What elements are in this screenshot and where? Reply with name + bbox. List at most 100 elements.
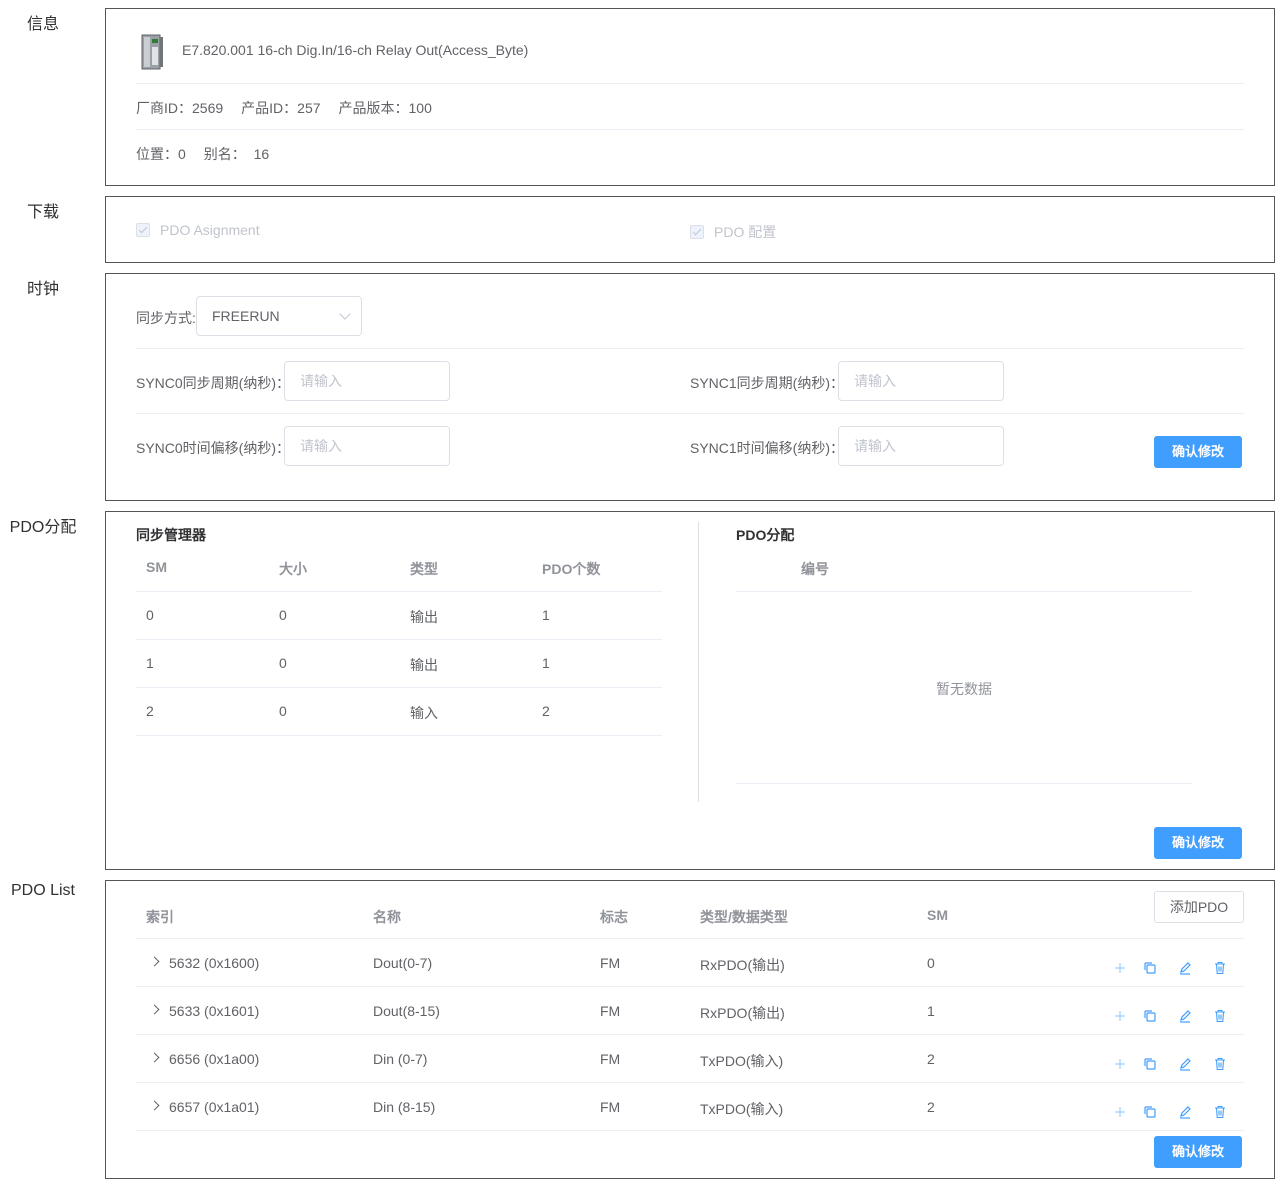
cell-name: Din (8-15) bbox=[373, 1099, 436, 1115]
sm-col-pdo-count: PDO个数 bbox=[542, 561, 601, 577]
col-index: 索引 bbox=[146, 909, 174, 925]
cell-sm: 2 bbox=[146, 703, 154, 719]
cell-index: 5633 (0x1601) bbox=[169, 1003, 260, 1019]
section-label-info: 信息 bbox=[26, 16, 59, 33]
cell-flag: FM bbox=[600, 1051, 621, 1067]
cell-sm: 0 bbox=[927, 955, 935, 971]
delete-icon[interactable] bbox=[1212, 960, 1228, 976]
divider bbox=[136, 1082, 1244, 1083]
sync1-cycle-input[interactable] bbox=[838, 361, 1004, 401]
add-pdo-button[interactable]: 添加PDO bbox=[1154, 891, 1244, 923]
sync-mode-select[interactable]: FREERUN bbox=[196, 296, 362, 336]
cell-sm: 2 bbox=[927, 1051, 935, 1067]
cell-type: 输出 bbox=[410, 657, 438, 673]
sync0-offset-label: SYNC0时间偏移(纳秒)： bbox=[136, 440, 291, 456]
cell-type: 输入 bbox=[410, 705, 438, 721]
divider bbox=[136, 591, 662, 592]
sync0-offset-input[interactable] bbox=[284, 426, 450, 466]
clock-confirm-button[interactable]: 确认修改 bbox=[1154, 436, 1242, 468]
cell-size: 0 bbox=[279, 607, 287, 623]
cell-index: 6657 (0x1a01) bbox=[169, 1099, 260, 1115]
chevron-right-icon[interactable] bbox=[149, 956, 160, 967]
divider bbox=[136, 1130, 1244, 1131]
pdo-assignment-checkbox[interactable]: PDO Asignment bbox=[136, 222, 260, 238]
pdo-config-checkbox[interactable]: PDO 配置 bbox=[690, 222, 776, 242]
plus-icon[interactable] bbox=[1112, 1008, 1128, 1024]
divider bbox=[136, 348, 1244, 349]
cell-name: Dout(0-7) bbox=[373, 955, 433, 971]
pdo-assignment-label: PDO Asignment bbox=[160, 222, 260, 238]
cell-pdo-count: 1 bbox=[542, 607, 550, 623]
col-type: 类型/数据类型 bbox=[700, 909, 788, 925]
device-name: E7.820.001 16-ch Dig.In/16-ch Relay Out(… bbox=[182, 42, 529, 58]
edit-icon[interactable] bbox=[1177, 1008, 1193, 1024]
position: 位置：0 bbox=[136, 146, 186, 162]
clock-panel: 同步方式: FREERUN SYNC0同步周期(纳秒)： SYNC1同步周期(纳… bbox=[105, 273, 1275, 501]
copy-icon[interactable] bbox=[1142, 1008, 1158, 1024]
section-label-pdo-list: PDO List bbox=[10, 882, 75, 899]
cell-type: 输出 bbox=[410, 609, 438, 625]
delete-icon[interactable] bbox=[1212, 1008, 1228, 1024]
sync0-cycle-input[interactable] bbox=[284, 361, 450, 401]
delete-icon[interactable] bbox=[1212, 1104, 1228, 1120]
chevron-right-icon[interactable] bbox=[149, 1052, 160, 1063]
copy-icon[interactable] bbox=[1142, 960, 1158, 976]
chevron-right-icon[interactable] bbox=[149, 1004, 160, 1015]
product-id: 产品ID：257 bbox=[241, 100, 321, 116]
cell-sm: 2 bbox=[927, 1099, 935, 1115]
cell-flag: FM bbox=[600, 1003, 621, 1019]
chevron-down-icon bbox=[339, 308, 351, 320]
sync1-offset-input[interactable] bbox=[838, 426, 1004, 466]
plus-icon[interactable] bbox=[1112, 960, 1128, 976]
divider bbox=[136, 735, 662, 736]
divider bbox=[136, 639, 662, 640]
cell-size: 0 bbox=[279, 655, 287, 671]
cell-index: 5632 (0x1600) bbox=[169, 955, 260, 971]
chevron-right-icon[interactable] bbox=[149, 1100, 160, 1111]
section-label-download: 下载 bbox=[26, 204, 59, 221]
col-flag: 标志 bbox=[600, 909, 628, 925]
alias: 别名： 16 bbox=[203, 146, 270, 162]
pdo-list-confirm-button[interactable]: 确认修改 bbox=[1154, 1136, 1242, 1168]
cell-size: 0 bbox=[279, 703, 287, 719]
delete-icon[interactable] bbox=[1212, 1056, 1228, 1072]
section-label-pdo-assign: PDO分配 bbox=[9, 519, 77, 536]
cell-name: Din (0-7) bbox=[373, 1051, 428, 1067]
plus-icon[interactable] bbox=[1112, 1056, 1128, 1072]
pdo-list-panel: 添加PDO 索引 名称 标志 类型/数据类型 SM 5632 (0x1600) … bbox=[105, 880, 1275, 1179]
checkbox-icon bbox=[136, 223, 150, 237]
edit-icon[interactable] bbox=[1177, 960, 1193, 976]
copy-icon[interactable] bbox=[1142, 1104, 1158, 1120]
cell-pdo-count: 2 bbox=[542, 703, 550, 719]
edit-icon[interactable] bbox=[1177, 1056, 1193, 1072]
pdo-col-number: 编号 bbox=[801, 561, 829, 577]
divider bbox=[136, 687, 662, 688]
cell-type: RxPDO(输出) bbox=[700, 957, 785, 973]
divider bbox=[136, 986, 1244, 987]
sync1-cycle-label: SYNC1同步周期(纳秒)： bbox=[690, 375, 845, 391]
sync-mode-value: FREERUN bbox=[212, 308, 280, 324]
divider bbox=[136, 1034, 1244, 1035]
section-label-clock: 时钟 bbox=[26, 281, 59, 298]
divider bbox=[136, 83, 1244, 84]
sm-table-title: 同步管理器 bbox=[136, 527, 206, 543]
empty-state: 暂无数据 bbox=[936, 681, 992, 697]
vendor-id: 厂商ID：2569 bbox=[136, 100, 224, 116]
divider bbox=[136, 413, 1244, 414]
device-image bbox=[141, 34, 163, 70]
edit-icon[interactable] bbox=[1177, 1104, 1193, 1120]
sync1-offset-label: SYNC1时间偏移(纳秒)： bbox=[690, 440, 845, 456]
plus-icon[interactable] bbox=[1112, 1104, 1128, 1120]
cell-flag: FM bbox=[600, 955, 621, 971]
pdo-assign-confirm-button[interactable]: 确认修改 bbox=[1154, 827, 1242, 859]
column-divider bbox=[698, 522, 699, 802]
copy-icon[interactable] bbox=[1142, 1056, 1158, 1072]
sync0-cycle-label: SYNC0同步周期(纳秒)： bbox=[136, 375, 291, 391]
product-version: 产品版本：100 bbox=[338, 100, 432, 116]
cell-name: Dout(8-15) bbox=[373, 1003, 440, 1019]
cell-type: TxPDO(输入) bbox=[700, 1053, 784, 1069]
divider bbox=[736, 591, 1192, 592]
sm-col-type: 类型 bbox=[410, 561, 438, 577]
download-panel: PDO Asignment PDO 配置 bbox=[105, 196, 1275, 263]
info-panel: E7.820.001 16-ch Dig.In/16-ch Relay Out(… bbox=[105, 8, 1275, 186]
